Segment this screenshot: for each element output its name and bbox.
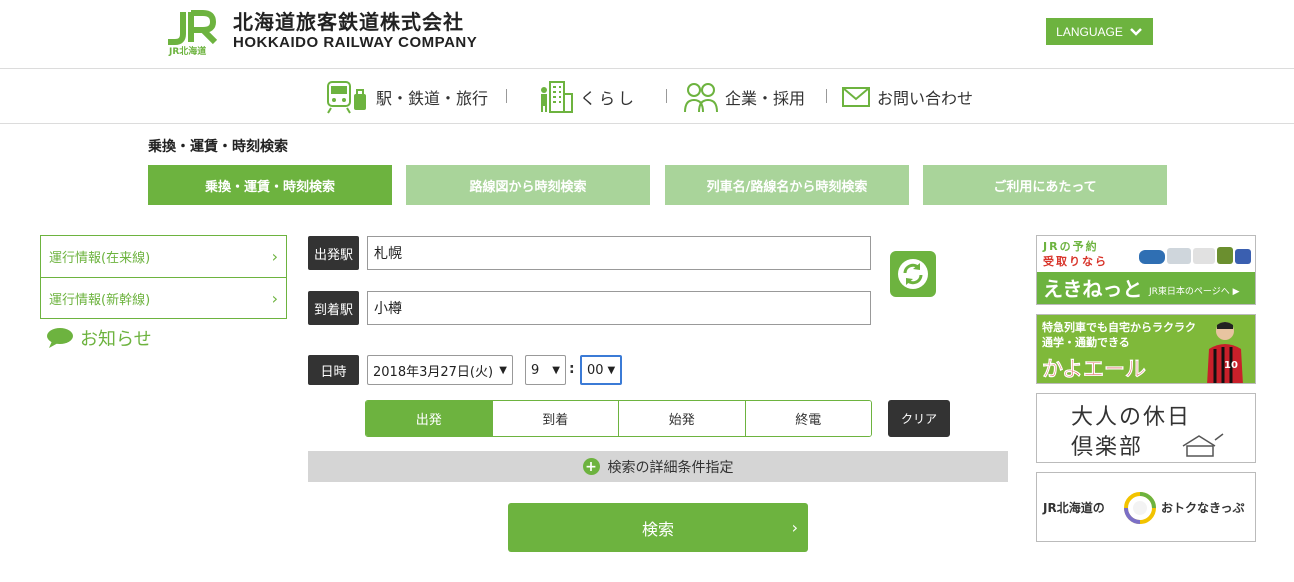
ekinet-line2: 受取りなら [1043, 255, 1108, 268]
dropdown-arrow-icon: ▼ [499, 364, 507, 376]
sidebar-item-label: 運行情報(新幹線) [49, 292, 151, 308]
ekinet-line1: JRの予約 [1043, 240, 1099, 253]
from-station-input[interactable]: 札幌 [367, 236, 871, 270]
mode-last-train[interactable]: 終電 [744, 401, 871, 436]
nav-label: 企業・採用 [725, 89, 806, 108]
sidebar-item-conventional[interactable]: 運行情報(在来線) › [41, 236, 286, 277]
tab-train-name-search[interactable]: 列車名/路線名から時刻検索 [665, 165, 909, 205]
search-mode-selector: 出発 到着 始発 終電 [365, 400, 872, 437]
date-select[interactable]: 2018年3月27日(火) ▼ [367, 355, 513, 385]
otona-line2: 倶楽部 [1071, 435, 1144, 460]
mode-first-train[interactable]: 始発 [618, 401, 745, 436]
kayoeru-brand: かよエール [1042, 357, 1146, 382]
people-icon [684, 83, 718, 113]
nav-label: 駅・鉄道・旅行 [376, 89, 489, 108]
building-icon [541, 81, 573, 113]
train-icon [327, 81, 366, 114]
datetime-label: 日時 [308, 355, 359, 385]
language-label: LANGUAGE [1056, 24, 1123, 39]
decoration-icon [1182, 433, 1224, 457]
minute-select[interactable]: 00 ▼ [580, 355, 622, 385]
site-header: JR北海道 北海道旅客鉄道株式会社 HOKKAIDO RAILWAY COMPA… [0, 0, 1294, 68]
nav-item-contact[interactable]: お問い合わせ [841, 79, 973, 115]
banner-ekinet[interactable]: JRの予約 受取りなら えきねっと JR東日本のページへ ▶ [1036, 235, 1256, 305]
banner-kayoeru[interactable]: 特急列車でも自宅からラクラク 通学・通勤できる かよエール 10 [1036, 314, 1256, 384]
detail-label: 検索の詳細条件指定 [607, 459, 734, 476]
mail-icon [842, 87, 870, 107]
swap-icon [898, 259, 928, 289]
time-separator: : [569, 361, 575, 377]
dropdown-arrow-icon: ▼ [607, 364, 616, 376]
chevron-down-icon [1129, 27, 1142, 36]
nav-divider [506, 89, 507, 103]
company-name-en: HOKKAIDO RAILWAY COMPANY [233, 34, 478, 51]
mode-arrival[interactable]: 到着 [491, 401, 618, 436]
tab-route-search[interactable]: 乗換・運賃・時刻検索 [148, 165, 392, 205]
news-label: お知らせ [80, 329, 152, 350]
jr-logo-mark: JR北海道 [165, 10, 223, 57]
otoku-left: JR北海道の [1043, 501, 1105, 515]
nav-divider [826, 89, 827, 103]
chevron-right-icon: › [791, 518, 798, 537]
from-station-label: 出発駅 [308, 236, 359, 270]
company-name-ja: 北海道旅客鉄道株式会社 [233, 10, 464, 34]
to-station-label: 到着駅 [308, 291, 359, 325]
to-station-input[interactable]: 小樽 [367, 291, 871, 325]
nav-label: お問い合わせ [877, 89, 974, 108]
otoku-right: おトクなきっぷ [1161, 501, 1245, 515]
nav-item-travel[interactable]: 駅・鉄道・旅行 [326, 79, 488, 115]
sidebar-item-shinkansen[interactable]: 運行情報(新幹線) › [41, 277, 286, 318]
speech-bubble-icon [47, 328, 73, 348]
hour-select[interactable]: 9 ▼ [525, 355, 566, 385]
search-button[interactable]: 検索 › [508, 503, 808, 552]
ekinet-link: JR東日本のページへ ▶ [1149, 287, 1240, 297]
clear-button[interactable]: クリア [888, 400, 950, 437]
page-title: 乗換・運賃・時刻検索 [148, 139, 288, 155]
mode-departure[interactable]: 出発 [366, 401, 492, 436]
nav-item-life[interactable]: くらし [538, 79, 637, 115]
detail-conditions-toggle[interactable]: + 検索の詳細条件指定 [308, 451, 1008, 482]
train-image [1139, 247, 1251, 264]
company-logo[interactable]: JR北海道 北海道旅客鉄道株式会社 HOKKAIDO RAILWAY COMPA… [165, 10, 478, 57]
jersey-number: 10 [1224, 360, 1238, 371]
tab-map-search[interactable]: 路線図から時刻検索 [406, 165, 650, 205]
minute-value: 00 [587, 362, 604, 378]
operation-info-menu: 運行情報(在来線) › 運行情報(新幹線) › [40, 235, 287, 319]
hour-value: 9 [531, 362, 540, 378]
player-image [1207, 322, 1243, 383]
dropdown-arrow-icon: ▼ [552, 364, 560, 376]
ticket-ring-icon [1124, 492, 1156, 524]
kayoeru-line2: 通学・通勤できる [1042, 336, 1130, 349]
date-value: 2018年3月27日(火) [373, 364, 494, 380]
nav-divider [666, 89, 667, 103]
nav-label: くらし [580, 89, 638, 108]
sidebar-item-label: 運行情報(在来線) [49, 251, 151, 266]
swap-stations-button[interactable] [890, 251, 936, 297]
language-button[interactable]: LANGUAGE [1046, 18, 1153, 45]
global-nav: 駅・鉄道・旅行 くらし 企業・採用 お問い合わせ [0, 68, 1294, 124]
kayoeru-line1: 特急列車でも自宅からラクラク [1042, 321, 1196, 334]
chevron-right-icon: › [271, 247, 278, 266]
news-link[interactable]: お知らせ [46, 325, 152, 351]
tab-usage-notes[interactable]: ご利用にあたって [923, 165, 1167, 205]
nav-item-company[interactable]: 企業・採用 [683, 79, 805, 115]
otona-line1: 大人の休日 [1071, 405, 1192, 430]
banner-otoku-kippu[interactable]: JR北海道の おトクなきっぷ [1036, 472, 1256, 542]
banner-otona-club[interactable]: 大人の休日 倶楽部 [1036, 393, 1256, 463]
search-label: 検索 [641, 519, 674, 539]
logo-sub-text: JR北海道 [169, 47, 207, 57]
chevron-right-icon: › [271, 288, 278, 308]
ekinet-brand: えきねっと [1043, 277, 1143, 301]
plus-icon: + [582, 458, 600, 475]
